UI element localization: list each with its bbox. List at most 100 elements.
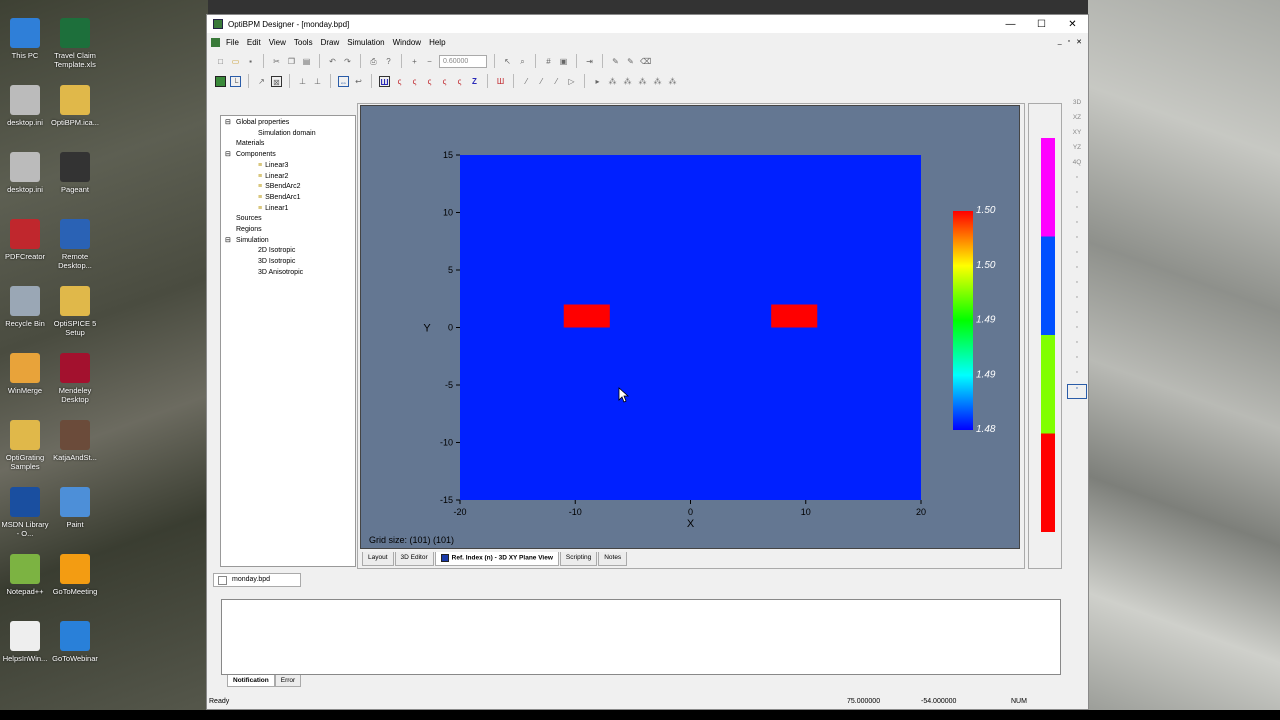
view-tab[interactable]: 3D Editor	[394, 552, 434, 566]
desktop-icon[interactable]: MSDN Library - O...	[0, 487, 50, 538]
output-tab[interactable]: Error	[274, 675, 302, 687]
frame-icon[interactable]: ▣	[558, 56, 569, 67]
curve-tool-icon[interactable]: ⁄	[536, 76, 547, 87]
zoom-out-icon[interactable]: −	[424, 56, 435, 67]
output-tab[interactable]: Notification	[227, 675, 275, 687]
desktop-icon[interactable]: Recycle Bin	[0, 286, 50, 328]
waveguide-tool-icon[interactable]: Ш	[379, 75, 390, 87]
view-tool-button[interactable]: ▫	[1067, 189, 1087, 204]
junction-tool-icon[interactable]: ς	[454, 76, 465, 87]
view-tool-button[interactable]: XY	[1067, 129, 1087, 144]
grid-icon[interactable]: #	[543, 56, 554, 67]
tree-item[interactable]: ≡ Linear1	[225, 204, 355, 215]
tree-expander-icon[interactable]: ⊟	[225, 236, 236, 247]
tree-item[interactable]: ⊟ Simulation	[225, 236, 355, 247]
mdi-minimize-button[interactable]: _	[1058, 38, 1062, 46]
play-icon[interactable]: ▸	[592, 76, 603, 87]
tree-item[interactable]: Regions	[225, 225, 355, 236]
coupler-tool-icon[interactable]: ς	[439, 76, 450, 87]
desktop-icon[interactable]: Notepad++	[0, 554, 50, 596]
desktop-icon[interactable]: GoToWebinar	[50, 621, 100, 663]
view-tab[interactable]: Ref. Index (n) - 3D XY Plane View	[434, 552, 559, 566]
maximize-button[interactable]: ☐	[1026, 19, 1057, 30]
grid-tool-3-icon[interactable]: ⁂	[637, 76, 648, 87]
paste-icon[interactable]: ▤	[301, 56, 312, 67]
tree-item[interactable]: 2D Isotropic	[225, 246, 355, 257]
linear-waveguide-icon[interactable]: ⇔	[338, 75, 349, 87]
sbend-tool-icon[interactable]: ς	[394, 76, 405, 87]
view-tool-button[interactable]: ▫	[1067, 219, 1087, 234]
tree-item[interactable]: Simulation domain	[225, 129, 355, 140]
grid-tool-icon[interactable]: ⁂	[607, 76, 618, 87]
tree-item[interactable]: ⊟ Components	[225, 150, 355, 161]
mdi-restore-button[interactable]: ▫	[1068, 38, 1070, 46]
view-tab[interactable]: Scripting	[559, 552, 598, 566]
desktop-icon[interactable]: PDFCreator	[0, 219, 50, 261]
tree-expander-icon[interactable]: ⊟	[225, 150, 236, 161]
palette-swatch[interactable]	[1041, 138, 1055, 237]
undo-icon[interactable]: ↶	[327, 56, 338, 67]
file-tab[interactable]: monday.bpd	[213, 573, 301, 587]
palette-swatch[interactable]	[1041, 433, 1055, 533]
view-tool-button[interactable]: XZ	[1067, 114, 1087, 129]
save-icon[interactable]: ▪	[245, 56, 256, 67]
tree-item[interactable]: ≡ SBendArc2	[225, 182, 355, 193]
tree-item[interactable]: ⊟ Global properties	[225, 118, 355, 129]
axis-icon[interactable]: ⊥	[297, 76, 308, 87]
tree-item[interactable]: 3D Anisotropic	[225, 268, 355, 279]
tree-item[interactable]: ≡ Linear3	[225, 161, 355, 172]
palette-swatch[interactable]	[1041, 335, 1055, 434]
print-icon[interactable]: ⎙	[368, 56, 379, 67]
view-tab[interactable]: Notes	[598, 552, 628, 566]
edit-properties-icon[interactable]: ✎	[625, 56, 636, 67]
zoom-in-icon[interactable]: +	[409, 56, 420, 67]
tree-item[interactable]: Materials	[225, 139, 355, 150]
grid-tool-4-icon[interactable]: ⁂	[652, 76, 663, 87]
view-tool-button[interactable]: ▫	[1067, 309, 1087, 324]
view-tool-button[interactable]: ▫	[1067, 384, 1087, 399]
menu-view[interactable]: View	[269, 38, 286, 47]
erase-icon[interactable]: ⌫	[640, 56, 651, 67]
select-mode-icon[interactable]: └	[230, 75, 241, 87]
bend-icon[interactable]: ↩	[353, 76, 364, 87]
tree-item[interactable]: 3D Isotropic	[225, 257, 355, 268]
magnifier-icon[interactable]: ⌕	[517, 56, 528, 67]
desktop-icon[interactable]: Mendeley Desktop	[50, 353, 100, 404]
tree-item[interactable]: Sources	[225, 214, 355, 225]
desktop-icon[interactable]: HelpsInWin...	[0, 621, 50, 663]
view-tool-button[interactable]: ▫	[1067, 369, 1087, 384]
desktop-icon[interactable]: OptiGrating Samples	[0, 420, 50, 471]
zoom-input[interactable]: 0.60000	[439, 54, 487, 68]
desktop-icon[interactable]: Pageant	[50, 152, 100, 194]
menu-tools[interactable]: Tools	[294, 38, 313, 47]
view-tool-button[interactable]: ▫	[1067, 174, 1087, 189]
desktop-icon[interactable]: OptiSPICE 5 Setup	[50, 286, 100, 337]
minimize-button[interactable]: —	[995, 19, 1026, 30]
view-tab[interactable]: Layout	[362, 552, 394, 566]
menu-help[interactable]: Help	[429, 38, 445, 47]
desktop-icon[interactable]: desktop.ini	[0, 152, 50, 194]
z-tool-icon[interactable]: Z	[469, 76, 480, 87]
pen-tool-icon[interactable]: ⁄	[521, 76, 532, 87]
new-icon[interactable]: □	[215, 56, 226, 67]
view-tool-button[interactable]: ▫	[1067, 354, 1087, 369]
line-tool-icon[interactable]: ⁄	[551, 76, 562, 87]
axis-scale-icon[interactable]: ⊥	[312, 76, 323, 87]
array-tool-icon[interactable]: Ш	[495, 76, 506, 87]
desktop-icon[interactable]: Travel Claim Template.xls	[50, 18, 100, 69]
cut-icon[interactable]: ✂	[271, 56, 282, 67]
help-icon[interactable]: ?	[383, 56, 394, 67]
palette-swatch[interactable]	[1041, 236, 1055, 336]
desktop-icon[interactable]: GoToMeeting	[50, 554, 100, 596]
view-tool-button[interactable]: ▫	[1067, 339, 1087, 354]
view-tool-button[interactable]: ▫	[1067, 279, 1087, 294]
edit-icon[interactable]: ✎	[610, 56, 621, 67]
desktop-icon[interactable]: Paint	[50, 487, 100, 529]
select-arrow-icon[interactable]: ↖	[502, 56, 513, 67]
desktop-icon[interactable]: This PC	[0, 18, 50, 60]
redo-icon[interactable]: ↷	[342, 56, 353, 67]
desktop-icon[interactable]: KatjaAndSt...	[50, 420, 100, 462]
tree-item[interactable]: ≡ SBendArc1	[225, 193, 355, 204]
desktop-icon[interactable]: Remote Desktop...	[50, 219, 100, 270]
shape-tool-icon[interactable]: ▷	[566, 76, 577, 87]
